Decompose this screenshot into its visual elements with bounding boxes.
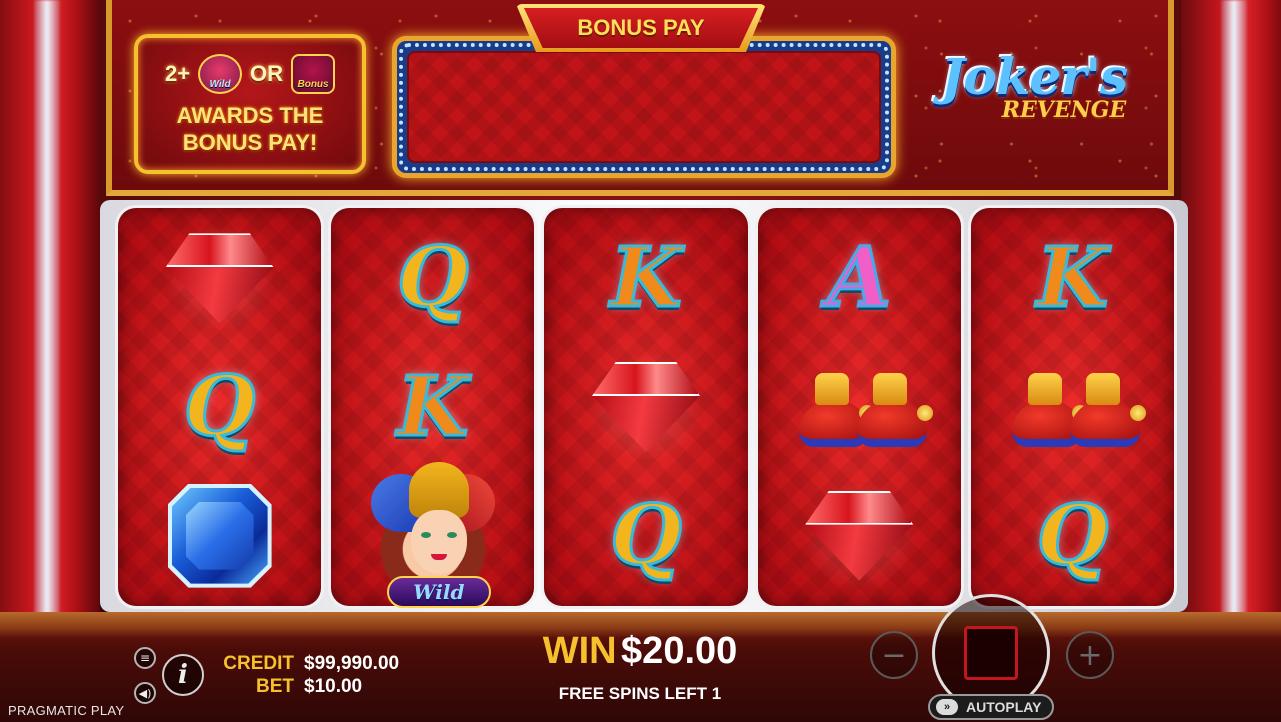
increase-bet-button[interactable]: + [1066, 631, 1114, 679]
wild-badge-icon: Wild [198, 54, 243, 94]
bonus-badge-icon: Bonus [291, 54, 336, 94]
award-line-2: BONUS PAY! [182, 130, 318, 155]
game-logo: Joker's REVENGE [924, 50, 1144, 150]
balance-panel: CREDIT $99,990.00 BET $10.00 [222, 652, 399, 698]
win-value: $20.00 [621, 630, 738, 672]
symbol-q: Q [609, 487, 683, 584]
ruby-icon [799, 477, 920, 595]
bonus-pay-display [392, 36, 896, 178]
win-display: WIN $20.00 [520, 630, 760, 673]
bonus-rule-box: 2+ Wild OR Bonus AWARDS THE BONUS PAY! [134, 34, 366, 174]
award-line-1: AWARDS THE [176, 103, 324, 128]
game-stage: 2+ Wild OR Bonus AWARDS THE BONUS PAY! B… [0, 0, 1281, 722]
ruby-icon [586, 348, 706, 466]
win-label: WIN [542, 630, 617, 672]
credit-label: CREDIT [223, 653, 294, 674]
ruby-icon [159, 219, 280, 337]
info-button[interactable]: i [162, 654, 204, 696]
plus-icon: + [1077, 637, 1103, 673]
menu-icon: ≡ [139, 651, 151, 665]
decrease-bet-button[interactable]: − [870, 631, 918, 679]
stop-icon [964, 626, 1018, 680]
jester-shoes-icon [799, 348, 934, 466]
left-curtain [0, 0, 100, 640]
bonus-pay-title: BONUS PAY [516, 4, 766, 52]
minus-icon: − [881, 637, 907, 673]
speaker-icon: ◀) [138, 686, 152, 700]
provider-brand: PRAGMATIC PLAY [8, 703, 125, 718]
sapphire-icon [160, 477, 280, 595]
wild-joker-icon: Wild [370, 461, 495, 608]
jester-shoes-icon [1012, 348, 1147, 466]
symbol-k: K [1035, 230, 1109, 327]
autoplay-button[interactable]: » AUTOPLAY [928, 694, 1054, 720]
award-prefix: 2+ [164, 61, 191, 86]
reel-2: Q K Wild [331, 208, 535, 608]
autoplay-icon: » [936, 699, 958, 715]
symbol-q: Q [396, 230, 470, 327]
reel-5: K Q [970, 208, 1175, 606]
symbol-q: Q [1035, 487, 1109, 584]
reel-4: A [757, 208, 961, 606]
symbol-k: K [396, 358, 470, 455]
logo-title: Joker's [940, 47, 1128, 106]
sound-button[interactable]: ◀) [134, 682, 156, 704]
bet-value: $10.00 [304, 676, 363, 697]
bet-label: BET [256, 676, 294, 697]
symbol-q: Q [182, 358, 256, 455]
autoplay-label: AUTOPLAY [966, 699, 1042, 715]
wild-label: Wild [386, 575, 491, 608]
right-curtain [1181, 0, 1281, 640]
symbol-a: A [826, 230, 893, 327]
info-icon: i [178, 660, 188, 690]
header-panel: 2+ Wild OR Bonus AWARDS THE BONUS PAY! B… [106, 0, 1174, 196]
symbol-k: K [609, 230, 683, 327]
reels-grid: Q Q K Wild K Q A K Q [118, 208, 1175, 608]
reel-3: K Q [544, 208, 748, 606]
credit-value: $99,990.00 [304, 653, 400, 674]
menu-button[interactable]: ≡ [134, 647, 156, 669]
award-or: OR [250, 61, 284, 86]
logo-subtitle: REVENGE [1001, 97, 1127, 123]
free-spins-counter: FREE SPINS LEFT 1 [558, 684, 722, 703]
reel-1: Q [118, 208, 322, 606]
